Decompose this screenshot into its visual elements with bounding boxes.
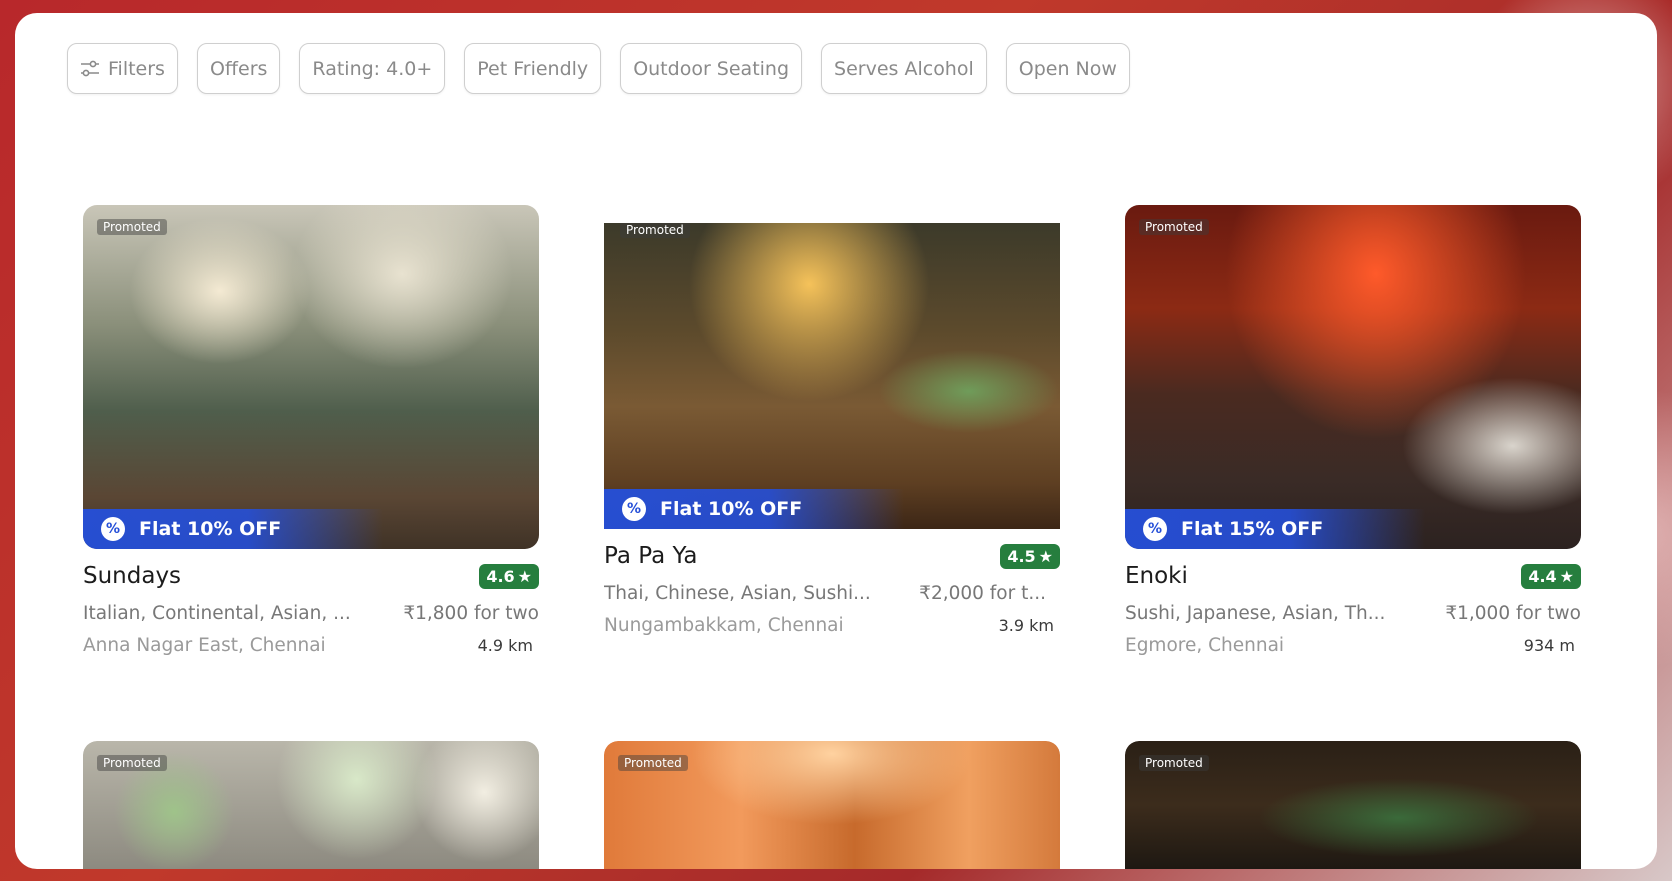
restaurant-location: Nungambakkam, Chennai [604,614,844,636]
filter-chip-pet-friendly[interactable]: Pet Friendly [464,43,602,94]
rating-value: 4.6 [486,566,515,586]
restaurant-photo[interactable]: Promoted [1125,741,1581,869]
cuisine-list: Sushi, Japanese, Asian, Th... [1125,602,1386,624]
price-for-two: ₹2,000 for t... [919,582,1046,604]
promoted-tag: Promoted [1139,219,1209,235]
discount-icon: % [622,497,646,521]
chip-label: Offers [209,57,268,80]
restaurant-photo[interactable]: Promoted [604,741,1060,869]
chip-label: Open Now [1018,57,1117,80]
filters-button[interactable]: Filters [67,43,178,94]
offer-banner: % Flat 15% OFF [1125,509,1425,549]
price-for-two: ₹1,000 for two [1445,602,1581,624]
star-icon: ★ [517,566,532,586]
restaurant-name[interactable]: Sundays [83,563,181,589]
distance: 3.9 km [998,615,1054,635]
distance: 4.9 km [477,635,533,655]
discount-icon: % [1143,517,1167,541]
restaurant-photo[interactable]: Promoted % Flat 10% OFF [604,223,1060,529]
discount-icon: % [101,517,125,541]
restaurant-card[interactable]: Promoted % Flat 10% OFF Pa Pa Ya 4.5 ★ Th… [604,205,1060,638]
filter-chip-rating[interactable]: Rating: 4.0+ [299,43,446,94]
offer-text: Flat 15% OFF [1181,518,1324,540]
filter-chip-open-now[interactable]: Open Now [1005,43,1130,94]
sliders-icon [80,60,100,78]
rating-value: 4.5 [1007,546,1036,566]
restaurant-card[interactable]: Promoted % Flat 10% OFF Sundays 4.6 ★ Ita… [83,205,539,658]
promoted-tag: Promoted [618,755,688,771]
offer-banner: % Flat 10% OFF [83,509,383,549]
star-icon: ★ [1038,546,1053,566]
filter-chip-outdoor-seating[interactable]: Outdoor Seating [620,43,803,94]
promoted-tag: Promoted [620,223,690,238]
filters-label: Filters [108,57,165,80]
restaurant-name[interactable]: Pa Pa Ya [604,543,697,569]
restaurant-card[interactable]: Promoted [604,741,1060,869]
restaurant-card[interactable]: Promoted % Flat 15% OFF Enoki 4.4 ★ Sushi… [1125,205,1581,658]
restaurant-location: Egmore, Chennai [1125,634,1285,656]
restaurant-photo[interactable]: Promoted % Flat 10% OFF [83,205,539,549]
promoted-tag: Promoted [97,755,167,771]
restaurant-photo[interactable]: Promoted [83,741,539,869]
rating-badge: 4.5 ★ [1000,543,1060,569]
promoted-tag: Promoted [1139,755,1209,771]
rating-badge: 4.4 ★ [1521,563,1581,589]
distance: 934 m [1523,635,1575,655]
rating-value: 4.4 [1528,566,1557,586]
chip-label: Outdoor Seating [633,57,790,80]
restaurant-card[interactable]: Promoted [83,741,539,869]
filter-chip-offers[interactable]: Offers [196,43,281,94]
restaurant-listing-panel: Filters Offers Rating: 4.0+ Pet Friendly… [15,13,1657,869]
cuisine-list: Thai, Chinese, Asian, Sushi... [604,582,871,604]
restaurant-card[interactable]: Promoted [1125,741,1581,869]
restaurant-location: Anna Nagar East, Chennai [83,634,326,656]
offer-text: Flat 10% OFF [139,518,282,540]
chip-label: Serves Alcohol [834,57,974,80]
chip-label: Pet Friendly [477,57,589,80]
price-for-two: ₹1,800 for two [403,602,539,624]
cuisine-list: Italian, Continental, Asian, ... [83,602,351,624]
promoted-tag: Promoted [97,219,167,235]
chip-label: Rating: 4.0+ [312,57,433,80]
offer-banner: % Flat 10% OFF [604,489,904,529]
filter-chip-serves-alcohol[interactable]: Serves Alcohol [821,43,987,94]
rating-badge: 4.6 ★ [479,563,539,589]
filter-chip-bar: Filters Offers Rating: 4.0+ Pet Friendly… [67,43,1130,94]
restaurant-name[interactable]: Enoki [1125,563,1188,589]
restaurant-photo[interactable]: Promoted % Flat 15% OFF [1125,205,1581,549]
offer-text: Flat 10% OFF [660,498,803,520]
star-icon: ★ [1559,566,1574,586]
